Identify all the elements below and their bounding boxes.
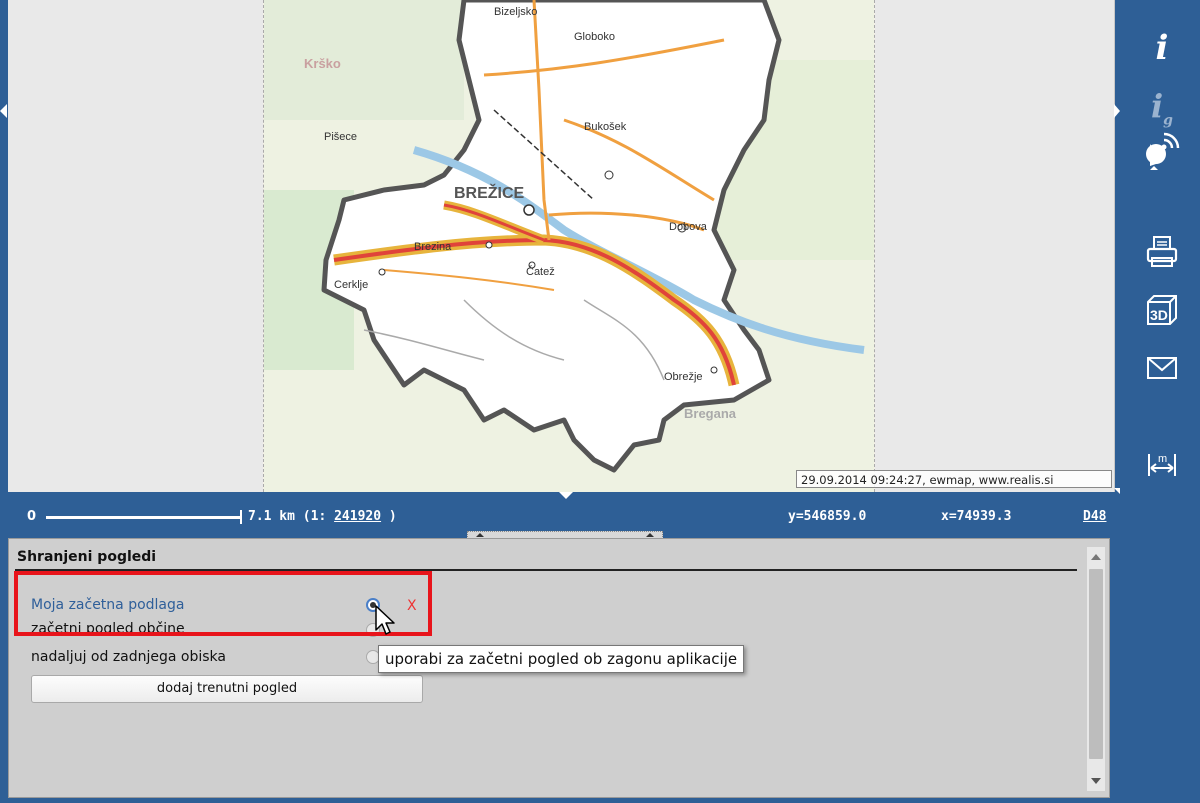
tooltip: uporabi za začetni pogled ob zagonu apli…: [378, 645, 745, 673]
highlight-box: [14, 571, 432, 636]
map-label-bizeljsko: Bizeljsko: [494, 6, 537, 18]
mouse-cursor-icon: [375, 605, 395, 635]
print-icon[interactable]: [1140, 234, 1184, 270]
map-label-bregana: Bregana: [684, 406, 737, 421]
info-g-icon-glyph: i: [1151, 87, 1164, 125]
view-item-nadaljuj[interactable]: nadaljuj od zadnjega obiska: [31, 649, 226, 665]
map-label-bukosek: Bukošek: [584, 121, 627, 133]
map-label-brezina: Brezina: [414, 241, 452, 253]
map-label-globoko: Globoko: [574, 31, 615, 43]
svg-text:3D: 3D: [1150, 307, 1168, 323]
map-image[interactable]: BREŽICE Krško Dobova Čatež Obrežje Globo…: [263, 0, 875, 492]
satellite-icon[interactable]: [1140, 132, 1184, 170]
add-current-view-button[interactable]: dodaj trenutni pogled: [31, 675, 423, 703]
scale-ratio-link[interactable]: 241920: [334, 509, 381, 524]
corner-notch-icon: [1114, 488, 1120, 494]
scale-bar: [46, 516, 242, 519]
info-g-icon-sub: g: [1163, 112, 1173, 129]
email-icon[interactable]: [1140, 350, 1184, 386]
info-icon-glyph: i: [1155, 28, 1169, 68]
map-viewport[interactable]: BREŽICE Krško Dobova Čatež Obrežje Globo…: [8, 0, 1115, 492]
map-label-catez: Čatež: [526, 265, 555, 278]
scale-close: ): [381, 509, 397, 524]
map-label-cerklje: Cerklje: [334, 279, 368, 291]
coordinate-y: y=546859.0: [788, 509, 867, 524]
splitter-arrow-right-icon: [646, 533, 654, 537]
map-attribution: 29.09.2014 09:24:27, ewmap, www.realis.s…: [796, 470, 1112, 488]
3d-view-icon[interactable]: 3D: [1140, 292, 1184, 328]
right-toolbar: i ig 3D m: [1128, 0, 1200, 803]
collapse-left-arrow-icon[interactable]: [0, 104, 7, 118]
scale-zero: 0: [27, 509, 37, 524]
scroll-down-icon[interactable]: [1091, 778, 1101, 784]
panel-scrollbar[interactable]: [1087, 547, 1105, 791]
panel-title: Shranjeni pogledi: [17, 549, 157, 565]
info-g-icon[interactable]: ig: [1140, 87, 1184, 128]
coordinate-x: x=74939.3: [941, 509, 1012, 524]
municipality-map: BREŽICE Krško Dobova Čatež Obrežje Globo…: [264, 0, 874, 492]
collapse-right-arrow-icon[interactable]: [1114, 104, 1120, 118]
status-bar: 0 7.1 km (1: 241920 ) y=546859.0 x=74939…: [8, 502, 1118, 530]
collapse-bottom-arrow-icon[interactable]: [559, 492, 573, 499]
map-label-pisece: Pišece: [324, 131, 357, 143]
map-label-dobova: Dobova: [669, 221, 708, 233]
scale-bar-end: [240, 510, 242, 524]
crs-link[interactable]: D48: [1083, 509, 1106, 524]
svg-text:m: m: [1158, 453, 1167, 465]
map-label-obrezje: Obrežje: [664, 371, 703, 383]
map-label-krsko: Krško: [304, 56, 341, 71]
scroll-thumb[interactable]: [1089, 569, 1103, 759]
scale-distance: 7.1 km (1:: [248, 509, 335, 524]
scroll-up-icon[interactable]: [1091, 554, 1101, 560]
scale-text: 7.1 km (1: 241920 ): [248, 509, 397, 524]
map-label-brezice: BREŽICE: [454, 183, 525, 202]
info-icon[interactable]: i: [1140, 30, 1184, 66]
measure-icon[interactable]: m: [1140, 446, 1184, 482]
splitter-arrow-left-icon: [476, 533, 484, 537]
